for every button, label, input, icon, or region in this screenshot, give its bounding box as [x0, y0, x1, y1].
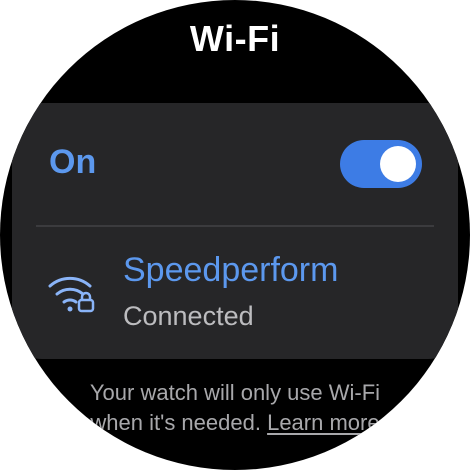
wifi-settings-card: On Speedperform Connected — [12, 103, 458, 359]
divider — [36, 225, 434, 227]
footer-info: Your watch will only use Wi-Fi when it's… — [0, 378, 470, 438]
footer-text-line-2-wrapper: when it's needed. Learn more — [0, 408, 470, 438]
page-title: Wi-Fi — [189, 18, 281, 59]
watch-screen: Wi-Fi On Speedperform Connected Your wat… — [0, 0, 470, 470]
wifi-lock-icon — [48, 276, 95, 313]
wifi-toggle-switch[interactable] — [340, 140, 422, 188]
wifi-toggle-row[interactable]: On — [12, 103, 458, 225]
footer-text-line-1: Your watch will only use Wi-Fi — [89, 380, 381, 405]
network-item[interactable]: Speedperform Connected — [12, 229, 458, 355]
network-status: Connected — [123, 301, 254, 331]
wifi-toggle-label: On — [49, 143, 97, 181]
learn-more-link[interactable]: Learn more — [267, 410, 380, 435]
switch-knob — [380, 146, 416, 182]
network-name: Speedperform — [123, 251, 339, 289]
footer-text-line-2: when it's needed. — [90, 410, 261, 435]
